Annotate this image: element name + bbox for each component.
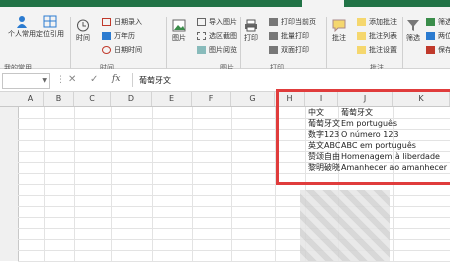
print-label: 打印 <box>244 34 258 42</box>
column-header-d[interactable]: D <box>111 92 152 106</box>
filter-b-label: 筛选 <box>438 18 450 26</box>
formula-input[interactable]: 葡萄牙文 <box>132 73 449 87</box>
selected-screenshot-item[interactable]: 选区截图 <box>197 31 237 41</box>
printer-icon <box>269 18 278 26</box>
list-icon <box>357 32 366 40</box>
image-icon <box>172 19 186 32</box>
picture-label: 图片 <box>172 34 186 42</box>
filter-label: 筛选 <box>406 34 420 42</box>
column-header-b[interactable]: B <box>44 92 74 106</box>
insert-picture-label: 导入图片 <box>209 18 237 26</box>
name-box[interactable]: ▼ <box>2 73 50 89</box>
locate-icon <box>43 15 57 28</box>
printer-icon <box>269 32 278 40</box>
screenshot-icon <box>197 32 206 40</box>
date-insert-item[interactable]: 日期录入 <box>102 17 142 27</box>
personal-app-button[interactable]: 个人常用 <box>8 15 36 38</box>
add-comment-item[interactable]: 添加批注 <box>357 17 397 27</box>
gear-icon <box>357 46 366 54</box>
ribbon-separator <box>326 17 327 69</box>
filter-button[interactable]: 筛选 <box>406 19 420 42</box>
image-icon <box>197 46 206 54</box>
comment-button[interactable]: 批注 <box>332 19 346 42</box>
active-ribbon-tab[interactable] <box>302 0 344 7</box>
image-icon <box>197 18 206 26</box>
perpetual-calendar-item[interactable]: 万年历 <box>102 31 135 41</box>
comment-list-item[interactable]: 批注列表 <box>357 31 397 41</box>
filter-icon <box>426 18 435 26</box>
row-header-column <box>0 107 19 261</box>
filter-item-c[interactable]: 两位 <box>426 31 450 41</box>
filter-icon <box>426 32 435 40</box>
comment-list-label: 批注列表 <box>369 32 397 40</box>
comment-label: 批注 <box>332 34 346 42</box>
picture-browse-item[interactable]: 图片阅览 <box>197 45 237 55</box>
clock-icon <box>76 19 90 32</box>
comment-settings-label: 批注设置 <box>369 46 397 54</box>
printer-icon <box>244 19 258 32</box>
formula-content: 葡萄牙文 <box>139 76 171 85</box>
cancel-icon[interactable]: ✕ <box>68 74 76 85</box>
ribbon-separator <box>70 17 71 69</box>
blurred-region <box>300 190 390 261</box>
printer-icon <box>269 46 278 54</box>
duplex-print-item[interactable]: 双面打印 <box>269 45 309 55</box>
column-header-g[interactable]: G <box>231 92 275 106</box>
date-insert-label: 日期录入 <box>114 18 142 26</box>
batch-print-label: 批量打印 <box>281 32 309 40</box>
more-icon: ⋮ <box>56 75 65 85</box>
locate-ref-button[interactable]: 定位引用 <box>36 15 64 38</box>
locate-ref-label: 定位引用 <box>36 30 64 38</box>
print-current-page-label: 打印当前页 <box>281 18 316 26</box>
clock-icon <box>102 46 111 54</box>
selected-screenshot-label: 选区截图 <box>209 32 237 40</box>
comment-icon <box>357 18 366 26</box>
perpetual-calendar-label: 万年历 <box>114 32 135 40</box>
comment-icon <box>332 19 346 32</box>
picture-button[interactable]: 图片 <box>172 19 186 42</box>
user-icon <box>15 15 29 28</box>
date-calc-label: 日期时间 <box>114 46 142 54</box>
filter-icon <box>426 46 435 54</box>
column-header-a[interactable]: A <box>18 92 44 106</box>
ribbon-tab-strip <box>0 0 450 7</box>
batch-print-item[interactable]: 批量打印 <box>269 31 309 41</box>
ribbon-separator <box>402 17 403 69</box>
confirm-icon[interactable]: ✓ <box>90 74 98 85</box>
ribbon-separator <box>166 17 167 69</box>
filter-item-d[interactable]: 保存 <box>426 45 450 55</box>
personal-app-label: 个人常用 <box>8 30 36 38</box>
filter-c-label: 两位 <box>438 32 450 40</box>
duplex-print-label: 双面打印 <box>281 46 309 54</box>
filter-item-b[interactable]: 筛选 <box>426 17 450 27</box>
formula-controls: ⋮ ✕ ✓ fx <box>56 73 131 87</box>
filter-icon <box>406 19 420 32</box>
column-header-e[interactable]: E <box>152 92 192 106</box>
calendar-icon <box>102 18 111 26</box>
print-current-page-item[interactable]: 打印当前页 <box>269 17 316 27</box>
filter-d-label: 保存 <box>438 46 450 54</box>
calendar-icon <box>102 32 111 40</box>
insert-picture-item[interactable]: 导入图片 <box>197 17 237 27</box>
ribbon-separator <box>240 17 241 69</box>
comment-settings-item[interactable]: 批注设置 <box>357 45 397 55</box>
column-header-c[interactable]: C <box>74 92 111 106</box>
print-button[interactable]: 打印 <box>244 19 258 42</box>
column-header-f[interactable]: F <box>192 92 231 106</box>
ribbon: 个人常用 定位引用 我的常用 时间 日期录入 万年历 日期时间 时间 图片 导入… <box>0 7 450 72</box>
fx-icon[interactable]: fx <box>112 74 120 84</box>
add-comment-label: 添加批注 <box>369 18 397 26</box>
chevron-down-icon[interactable]: ▼ <box>42 77 47 84</box>
date-calc-item[interactable]: 日期时间 <box>102 45 142 55</box>
highlight-box <box>276 89 450 185</box>
time-label: 时间 <box>76 34 90 42</box>
picture-browse-label: 图片阅览 <box>209 46 237 54</box>
time-button[interactable]: 时间 <box>76 19 90 42</box>
